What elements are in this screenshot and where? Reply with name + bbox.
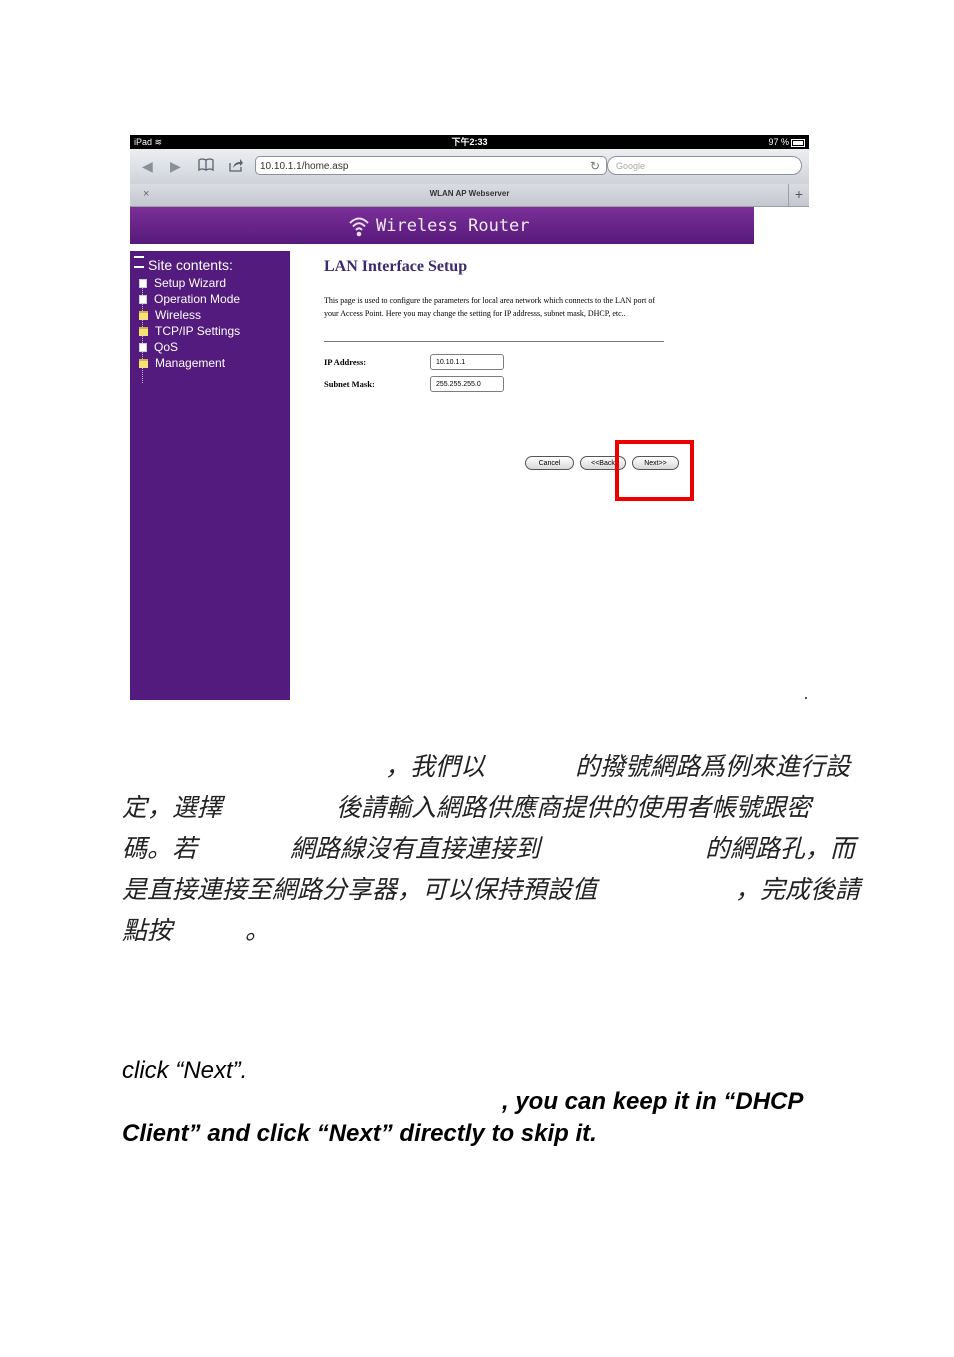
wifi-icon: [349, 217, 369, 237]
zh-line-2a: 定，選擇: [122, 793, 223, 822]
sidebar-item-label: Wireless: [155, 308, 202, 322]
zh-line-1b: 的撥號網路爲例來進行設: [575, 752, 851, 781]
bookmarks-icon[interactable]: [198, 158, 214, 175]
sidebar-item-tcpip-settings[interactable]: TCP/IP Settings: [139, 324, 240, 338]
cancel-button[interactable]: Cancel: [525, 456, 574, 470]
sidebar-heading: Site contents:: [134, 256, 233, 273]
subnet-mask-label: Subnet Mask:: [324, 379, 375, 389]
document-icon: [139, 295, 147, 304]
zh-line-5a: 點按: [122, 916, 173, 945]
banner-logo: Wireless Router: [348, 213, 530, 239]
search-placeholder: Google: [616, 161, 646, 171]
sidebar-item-label: Management: [155, 356, 226, 370]
document-icon: [139, 343, 147, 352]
banner-title: Wireless Router: [376, 216, 530, 236]
clock: 下午2:33: [451, 137, 488, 147]
folder-icon: [139, 327, 148, 336]
sidebar-item-wireless[interactable]: Wireless: [139, 308, 201, 322]
document-icon: [139, 279, 147, 288]
corner-mark: [805, 697, 807, 699]
sidebar-item-label: TCP/IP Settings: [155, 324, 241, 338]
zh-line-3c: 的網路孔，而: [705, 834, 856, 863]
sidebar-heading-text: Site contents:: [148, 257, 233, 273]
ipad-screenshot: iPad ≋ 下午2:33 97 % ◀ ▶ 10.10.1.1/home.as…: [130, 135, 809, 700]
sidebar-item-label: Setup Wizard: [154, 276, 227, 290]
battery-icon: [791, 138, 805, 147]
url-text: 10.10.1.1/home.asp: [260, 161, 349, 172]
en-line-2: , you can keep it in “DHCP: [502, 1088, 804, 1115]
search-input[interactable]: Google: [607, 156, 802, 175]
address-bar[interactable]: 10.10.1.1/home.asp ↻: [255, 156, 607, 175]
status-bar: iPad ≋ 下午2:33 97 %: [130, 135, 809, 149]
page-title: LAN Interface Setup: [324, 258, 468, 275]
site-contents-sidebar: Site contents: Setup Wizard Operation Mo…: [130, 251, 290, 700]
ip-address-label: IP Address:: [324, 357, 367, 367]
browser-toolbar: ◀ ▶ 10.10.1.1/home.asp ↻ Google: [130, 149, 809, 185]
new-tab-button[interactable]: +: [788, 184, 809, 206]
zh-line-3b: 網路線沒有直接連接到: [290, 834, 541, 863]
sidebar-item-management[interactable]: Management: [139, 356, 225, 370]
back-arrow-icon[interactable]: ◀: [142, 158, 153, 174]
folder-icon: [139, 359, 148, 368]
en-line-1: click “Next”.: [122, 1057, 248, 1084]
sidebar-item-qos[interactable]: QoS: [139, 340, 178, 354]
folder-icon: [139, 311, 148, 320]
page-description: This page is used to configure the param…: [324, 296, 655, 318]
ip-address-input[interactable]: 10.10.1.1: [430, 354, 504, 370]
tab-title[interactable]: WLAN AP Webserver: [130, 189, 809, 198]
battery-status: 97 %: [768, 135, 805, 149]
zh-line-1a: ，我們以: [385, 752, 486, 781]
zh-line-3a: 碼。若: [122, 834, 198, 863]
sidebar-item-setup-wizard[interactable]: Setup Wizard: [139, 276, 226, 290]
share-icon[interactable]: [228, 158, 244, 175]
sidebar-item-label: QoS: [154, 340, 179, 354]
battery-percent: 97 %: [768, 137, 789, 147]
en-line-3: Client” and click “Next” directly to ski…: [122, 1120, 597, 1147]
divider: [324, 341, 664, 342]
reload-icon[interactable]: ↻: [590, 157, 600, 176]
tab-bar: × WLAN AP Webserver +: [130, 184, 809, 207]
next-button-highlight: [615, 440, 694, 501]
zh-line-4a: 是直接連接至網路分享器，可以保持預設值: [122, 875, 598, 904]
zh-line-5b: 。: [245, 916, 271, 945]
menu-icon: [134, 256, 144, 268]
zh-line-4b: ，完成後請: [735, 875, 861, 904]
forward-arrow-icon[interactable]: ▶: [170, 158, 181, 174]
router-banner: Wireless Router: [130, 207, 754, 244]
sidebar-item-label: Operation Mode: [154, 292, 241, 306]
sidebar-item-operation-mode[interactable]: Operation Mode: [139, 292, 240, 306]
zh-line-2b: 後請輸入網路供應商提供的使用者帳號跟密: [336, 793, 812, 822]
subnet-mask-input[interactable]: 255.255.255.0: [430, 376, 504, 392]
